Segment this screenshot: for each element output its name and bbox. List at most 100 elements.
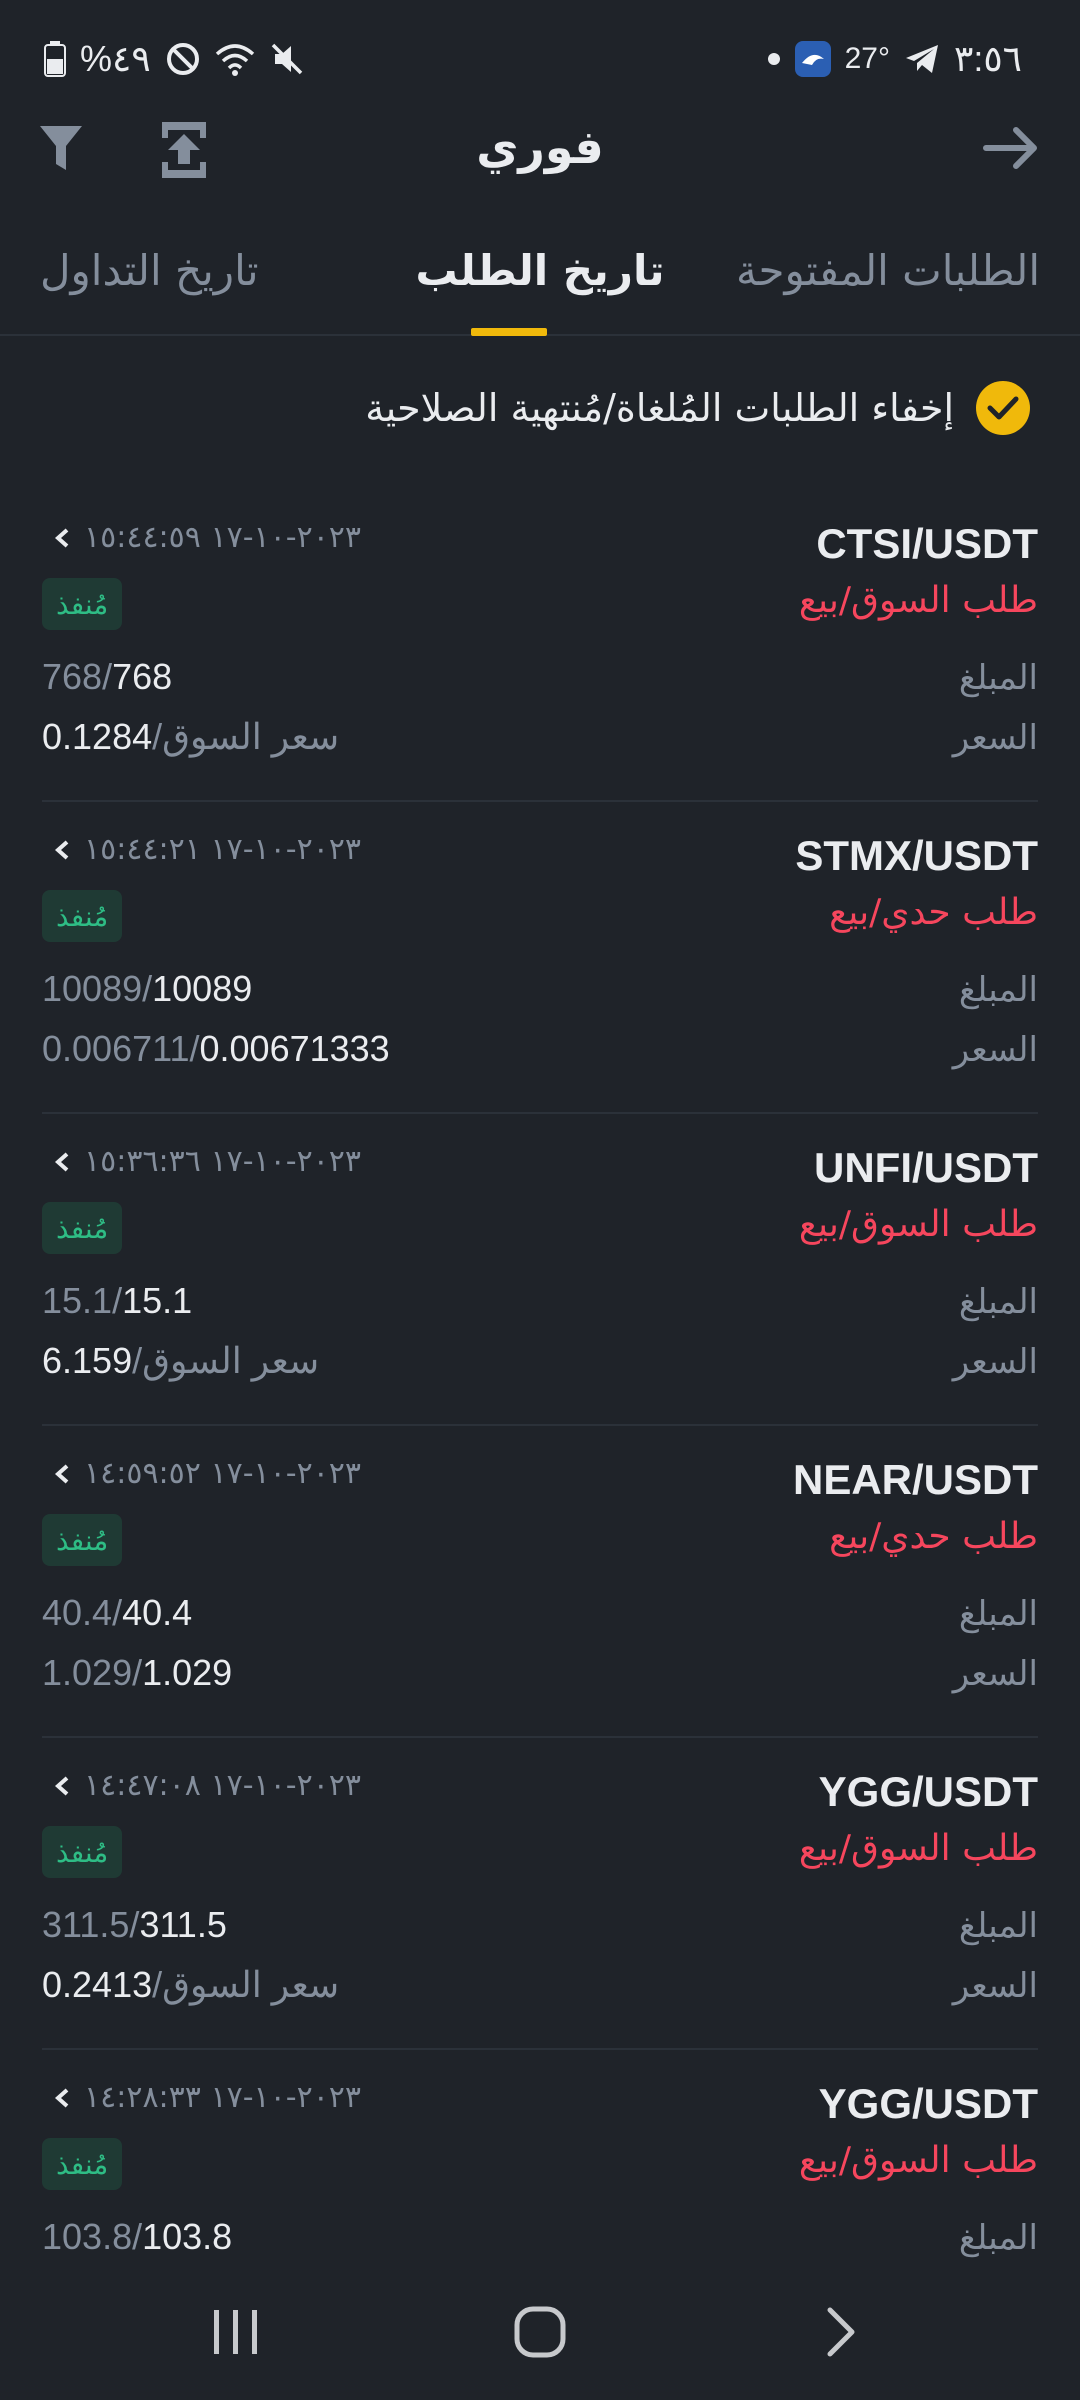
status-badge: مُنفذ: [42, 2138, 123, 2190]
order-datetime[interactable]: ٢٠٢٣-١٠-١٧ ١٤:٤٧:٠٨: [54, 1768, 361, 1803]
amount-label: المبلغ: [958, 2218, 1038, 2258]
price-average: 1.029: [142, 1652, 233, 1693]
order-item[interactable]: NEAR/USDT طلب حدي/بيع ٢٠٢٣-١٠-١٧ ١٤:٥٩:٥…: [42, 1426, 1038, 1738]
price-label: السعر: [952, 1030, 1038, 1070]
order-pair: NEAR/USDT: [792, 1456, 1038, 1503]
amount-filled: 15.1: [122, 1280, 193, 1321]
order-item[interactable]: YGG/USDT طلب السوق/بيع ٢٠٢٣-١٠-١٧ ١٤:٤٧:…: [42, 1738, 1038, 2050]
price-order: سعر السوق: [142, 1340, 320, 1381]
order-datetime[interactable]: ٢٠٢٣-١٠-١٧ ١٥:٤٤:٥٩: [54, 520, 361, 555]
status-badge: مُنفذ: [42, 578, 123, 630]
order-datetime[interactable]: ٢٠٢٣-١٠-١٧ ١٥:٤٤:٢١: [54, 832, 361, 867]
amount-filled: 311.5: [139, 1904, 227, 1945]
price-order: 1.029: [42, 1652, 133, 1693]
amount-total: 768: [42, 656, 103, 697]
price-label: السعر: [952, 1966, 1038, 2006]
chevron-left-icon: [54, 1464, 69, 1483]
temperature: 27°: [844, 42, 890, 75]
order-datetime[interactable]: ٢٠٢٣-١٠-١٧ ١٤:٢٨:٣٣: [54, 2080, 361, 2115]
order-pair: CTSI/USDT: [816, 520, 1038, 567]
price-value: 1.029/1.029: [42, 1652, 233, 1693]
page-title: فوري: [476, 120, 604, 174]
chevron-left-icon: [54, 1152, 69, 1171]
order-datetime-text: ٢٠٢٣-١٠-١٧ ١٥:٤٤:٥٩: [84, 520, 362, 555]
hide-cancelled-label: إخفاء الطلبات المُلغاة/مُنتهية الصلاحية: [365, 386, 954, 430]
order-item[interactable]: UNFI/USDT طلب السوق/بيع ٢٠٢٣-١٠-١٧ ١٥:٣٦…: [42, 1114, 1038, 1426]
status-bar: %٤٩ 27° ٣:٥٦: [0, 0, 1080, 118]
order-datetime[interactable]: ٢٠٢٣-١٠-١٧ ١٥:٣٦:٣٦: [54, 1144, 361, 1179]
order-tabs: الطلبات المفتوحة تاريخ الطلب تاريخ التدا…: [0, 230, 1080, 336]
order-type: طلب السوق/بيع: [798, 1828, 1038, 1869]
hide-cancelled-toggle[interactable]: إخفاء الطلبات المُلغاة/مُنتهية الصلاحية: [365, 372, 1030, 444]
order-datetime-text: ٢٠٢٣-١٠-١٧ ١٥:٤٤:٢١: [84, 832, 362, 867]
status-bar-right: 27° ٣:٥٦: [767, 38, 1022, 80]
order-pair: YGG/USDT: [818, 2080, 1038, 2127]
status-badge: مُنفذ: [42, 1514, 123, 1566]
amount-filled: 768: [112, 656, 173, 697]
price-label: السعر: [952, 718, 1038, 758]
amount-value: 311.5/311.5: [42, 1904, 227, 1945]
do-not-disturb-icon: [165, 41, 201, 77]
chevron-left-icon: [54, 1776, 69, 1795]
nav-back-icon[interactable]: [820, 2304, 860, 2364]
order-item[interactable]: CTSI/USDT طلب السوق/بيع ٢٠٢٣-١٠-١٧ ١٥:٤٤…: [42, 490, 1038, 802]
amount-value: 40.4/40.4: [42, 1592, 193, 1633]
active-tab-indicator: [471, 328, 547, 336]
order-datetime-text: ٢٠٢٣-١٠-١٧ ١٤:٥٩:٥٢: [84, 1456, 362, 1491]
telegram-icon: [904, 43, 940, 75]
status-badge: مُنفذ: [42, 890, 123, 942]
amount-total: 40.4: [42, 1592, 113, 1633]
battery-level: %٤٩: [80, 38, 151, 79]
order-type: طلب حدي/بيع: [829, 1516, 1038, 1557]
order-type: طلب السوق/بيع: [798, 580, 1038, 621]
amount-total: 15.1: [42, 1280, 113, 1321]
order-pair: YGG/USDT: [818, 1768, 1038, 1815]
amount-value: 10089/10089: [42, 968, 253, 1009]
amount-value: 768/768: [42, 656, 173, 697]
order-item[interactable]: STMX/USDT طلب حدي/بيع ٢٠٢٣-١٠-١٧ ١٥:٤٤:٢…: [42, 802, 1038, 1114]
price-average: 0.2413: [42, 1964, 153, 2005]
chevron-left-icon: [54, 2088, 69, 2107]
amount-label: المبلغ: [958, 970, 1038, 1010]
checkmark-icon[interactable]: [976, 381, 1030, 435]
tab-trade-history[interactable]: تاريخ التداول: [40, 246, 259, 295]
nav-recent-icon[interactable]: [210, 2306, 262, 2362]
top-app-bar: فوري: [0, 110, 1080, 190]
system-nav-bar: [0, 2274, 1080, 2400]
order-datetime[interactable]: ٢٠٢٣-١٠-١٧ ١٤:٥٩:٥٢: [54, 1456, 361, 1491]
order-list: CTSI/USDT طلب السوق/بيع ٢٠٢٣-١٠-١٧ ١٥:٤٤…: [0, 490, 1080, 2362]
chevron-left-icon: [54, 840, 69, 859]
amount-label: المبلغ: [958, 1906, 1038, 1946]
order-type: طلب السوق/بيع: [798, 1204, 1038, 1245]
amount-total: 311.5: [42, 1904, 130, 1945]
clock: ٣:٥٦: [953, 38, 1022, 79]
price-label: السعر: [952, 1654, 1038, 1694]
price-order: سعر السوق: [162, 716, 340, 757]
price-average: 0.1284: [42, 716, 153, 757]
dot-icon: [767, 52, 781, 66]
amount-label: المبلغ: [958, 658, 1038, 698]
order-pair: STMX/USDT: [795, 832, 1038, 879]
amount-filled: 10089: [152, 968, 253, 1009]
mute-icon: [269, 41, 305, 77]
order-datetime-text: ٢٠٢٣-١٠-١٧ ١٥:٣٦:٣٦: [84, 1144, 362, 1179]
amount-filled: 103.8: [142, 2216, 233, 2257]
price-average: 6.159: [42, 1340, 133, 1381]
amount-label: المبلغ: [958, 1594, 1038, 1634]
price-value: سعر السوق/6.159: [42, 1340, 320, 1381]
order-pair: UNFI/USDT: [814, 1144, 1038, 1191]
status-bar-left: %٤٩: [44, 38, 305, 80]
price-order: سعر السوق: [162, 1964, 340, 2005]
price-value: سعر السوق/0.1284: [42, 716, 340, 757]
amount-value: 103.8/103.8: [42, 2216, 233, 2257]
battery-icon: [44, 41, 66, 77]
amount-total: 10089: [42, 968, 143, 1009]
back-arrow-icon[interactable]: [982, 126, 1038, 174]
amount-total: 103.8: [42, 2216, 133, 2257]
amount-filled: 40.4: [122, 1592, 193, 1633]
price-label: السعر: [952, 1342, 1038, 1382]
wifi-icon: [215, 42, 255, 76]
nav-home-icon[interactable]: [512, 2304, 568, 2364]
status-badge: مُنفذ: [42, 1202, 123, 1254]
order-datetime-text: ٢٠٢٣-١٠-١٧ ١٤:٢٨:٣٣: [84, 2080, 362, 2115]
